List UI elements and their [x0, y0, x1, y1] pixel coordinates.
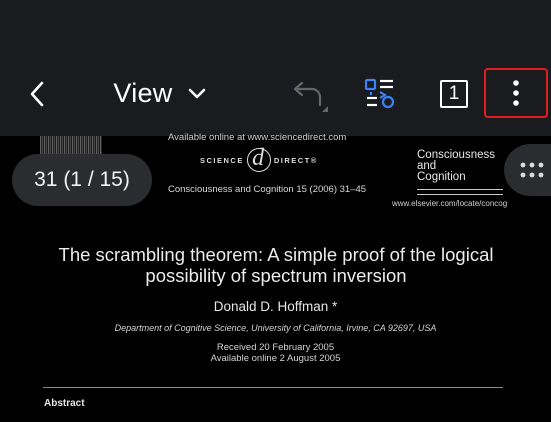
journal-divider — [417, 189, 503, 195]
citation-text: Consciousness and Cognition 15 (2006) 31… — [168, 184, 367, 195]
page-indicator-label: 31 (1 / 15) — [34, 168, 130, 191]
reflow-icon — [364, 78, 395, 109]
sd-at-glyph: d — [246, 146, 271, 172]
paper-title: The scrambling theorem: A simple proof o… — [40, 244, 512, 286]
back-chevron-icon — [30, 81, 44, 107]
journal-line: Cognition — [417, 171, 466, 183]
section-divider — [43, 387, 503, 388]
page-icon: 1 — [440, 80, 468, 108]
title-line: possibility of spectrum inversion — [145, 265, 407, 286]
view-mode-dropdown[interactable]: View — [104, 70, 216, 116]
floating-menu-button[interactable] — [504, 144, 551, 196]
abstract-heading: Abstract — [44, 398, 85, 409]
undo-icon — [293, 81, 328, 112]
reflow-button[interactable] — [360, 72, 400, 116]
undo-button[interactable] — [286, 72, 334, 116]
journal-url: www.elsevier.com/locate/concog — [392, 199, 508, 208]
chevron-down-icon — [188, 88, 205, 99]
page-indicator[interactable]: 31 (1 / 15) — [12, 154, 152, 206]
author-affiliation: Department of Cognitive Science, Univers… — [114, 323, 437, 333]
available-date: Available online 2 August 2005 — [210, 353, 341, 364]
grid-dots-icon — [520, 162, 544, 178]
top-toolbar: View 1 — [0, 0, 551, 136]
title-line: The scrambling theorem: A simple proof o… — [58, 244, 494, 265]
publisher-logo-image — [40, 136, 102, 154]
publication-dates: Received 20 February 2005 Available onli… — [0, 342, 551, 364]
received-date: Received 20 February 2005 — [216, 342, 335, 353]
back-button[interactable] — [18, 76, 56, 112]
available-online-text: Available online at www.sciencedirect.co… — [168, 132, 347, 143]
sd-right-text: DIRECT® — [273, 155, 318, 165]
more-vertical-icon — [513, 80, 519, 106]
sd-left-text: SCIENCE — [200, 155, 244, 165]
view-mode-label: View — [113, 77, 173, 108]
more-options-button[interactable] — [484, 68, 548, 118]
page-navigation-button[interactable]: 1 — [434, 72, 474, 116]
author-name: Donald D. Hoffman * — [213, 299, 338, 314]
journal-name: Consciousness and Cognition — [417, 149, 495, 183]
sciencedirect-logo: SCIENCE d DIRECT® — [200, 146, 318, 172]
page-box-number: 1 — [448, 83, 460, 104]
